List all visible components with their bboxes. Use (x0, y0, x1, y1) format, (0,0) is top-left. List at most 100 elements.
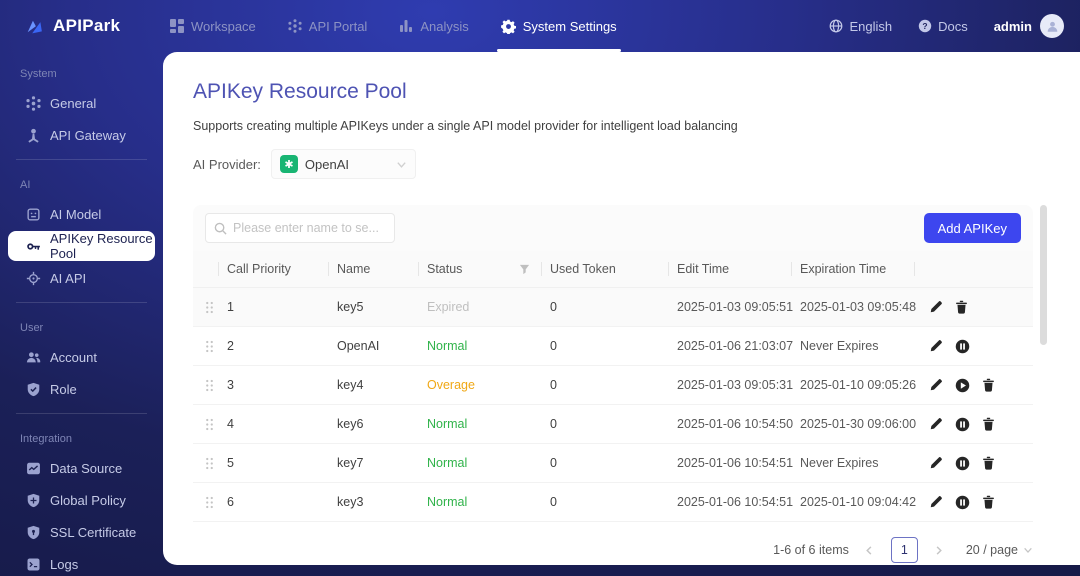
add-apikey-button[interactable]: Add APIKey (924, 213, 1021, 243)
header-call-priority: Call Priority (227, 262, 337, 276)
cell-call-priority: 1 (227, 300, 337, 314)
header-status: Status (427, 262, 550, 276)
edit-button[interactable] (929, 456, 943, 470)
sidebar-item-apikey-resource-pool[interactable]: APIKey Resource Pool (8, 231, 155, 261)
cell-expiration-time: 2025-01-30 09:06:00 (800, 417, 923, 431)
trash-icon (982, 417, 995, 431)
user-menu[interactable]: admin (994, 14, 1064, 38)
table-row: 2OpenAINormal02025-01-06 21:03:07Never E… (193, 327, 1033, 366)
sidebar-item-label: AI Model (50, 207, 101, 222)
edit-button[interactable] (929, 339, 943, 353)
apikey-table-card: Add APIKey Call Priority Name Status Use… (193, 205, 1033, 522)
nav-api-portal[interactable]: API Portal (288, 0, 368, 52)
pause-button[interactable] (955, 339, 970, 354)
drag-handle[interactable] (205, 496, 214, 509)
logs-icon (26, 557, 41, 572)
cell-expiration-time: 2025-01-10 09:04:42 (800, 495, 923, 509)
sidebar-item-ssl-certificate[interactable]: SSL Certificate (0, 517, 163, 547)
sidebar-item-label: APIKey Resource Pool (50, 231, 155, 261)
delete-button[interactable] (982, 378, 995, 392)
sidebar: System General API Gateway AI AI Model A… (0, 52, 163, 576)
drag-dots-icon (205, 457, 214, 470)
nav-analysis[interactable]: Analysis (399, 0, 468, 52)
prev-page-button[interactable] (859, 539, 881, 561)
trash-icon (982, 495, 995, 509)
pause-button[interactable] (955, 456, 970, 471)
ai-provider-select[interactable]: ✱ OpenAI (271, 149, 416, 179)
sidebar-group-system: System (0, 58, 163, 86)
drag-handle[interactable] (205, 340, 214, 353)
docs-link[interactable]: ? Docs (918, 19, 968, 34)
drag-handle[interactable] (205, 379, 214, 392)
drag-handle[interactable] (205, 457, 214, 470)
table-row: 1key5Expired02025-01-03 09:05:512025-01-… (193, 288, 1033, 327)
nav-system-settings[interactable]: System Settings (501, 0, 617, 52)
edit-button[interactable] (929, 378, 943, 392)
edit-button[interactable] (929, 300, 943, 314)
trash-icon (982, 378, 995, 392)
pause-icon (955, 495, 970, 510)
drag-handle[interactable] (205, 301, 214, 314)
table-row: 4key6Normal02025-01-06 10:54:502025-01-3… (193, 405, 1033, 444)
username: admin (994, 19, 1032, 34)
cell-expiration-time: 2025-01-03 09:05:48 (800, 300, 923, 314)
sidebar-item-ai-api[interactable]: AI API (0, 263, 163, 293)
cell-status: Overage (427, 378, 550, 392)
page-subtitle: Supports creating multiple APIKeys under… (193, 119, 1080, 133)
header-expiration-time: Expiration Time (800, 262, 923, 276)
data-source-icon (26, 461, 41, 476)
sidebar-item-api-gateway[interactable]: API Gateway (0, 120, 163, 150)
cell-call-priority: 3 (227, 378, 337, 392)
pause-icon (955, 339, 970, 354)
drag-handle[interactable] (205, 418, 214, 431)
cell-name: key6 (337, 417, 427, 431)
drag-dots-icon (205, 340, 214, 353)
sidebar-item-account[interactable]: Account (0, 342, 163, 372)
sidebar-item-global-policy[interactable]: Global Policy (0, 485, 163, 515)
search-input[interactable] (205, 213, 395, 243)
sidebar-item-general[interactable]: General (0, 88, 163, 118)
pause-button[interactable] (955, 495, 970, 510)
nav-label: Workspace (191, 19, 256, 34)
sidebar-item-data-source[interactable]: Data Source (0, 453, 163, 483)
next-page-button[interactable] (928, 539, 950, 561)
main-panel: APIKey Resource Pool Supports creating m… (163, 52, 1080, 565)
cell-actions (923, 417, 1033, 432)
filter-icon[interactable] (519, 264, 530, 275)
delete-button[interactable] (982, 456, 995, 470)
provider-label: AI Provider: (193, 157, 261, 172)
chevron-left-icon (864, 545, 875, 556)
api-gateway-icon (26, 128, 41, 143)
play-button[interactable] (955, 378, 970, 393)
page-size-select[interactable]: 20 / page (966, 543, 1033, 557)
drag-dots-icon (205, 379, 214, 392)
pencil-icon (929, 417, 943, 431)
edit-button[interactable] (929, 495, 943, 509)
cell-expiration-time: Never Expires (800, 456, 923, 470)
sidebar-item-label: AI API (50, 271, 86, 286)
delete-button[interactable] (955, 300, 968, 314)
sidebar-item-logs[interactable]: Logs (0, 549, 163, 576)
settings-icon (501, 19, 516, 34)
sidebar-item-label: SSL Certificate (50, 525, 136, 540)
cell-status: Normal (427, 417, 550, 431)
delete-button[interactable] (982, 417, 995, 431)
delete-button[interactable] (982, 495, 995, 509)
table-header: Call Priority Name Status Used Token Edi… (193, 251, 1033, 288)
table-row: 6key3Normal02025-01-06 10:54:512025-01-1… (193, 483, 1033, 522)
page-1-button[interactable]: 1 (891, 537, 918, 563)
brand-logo[interactable]: APIPark (24, 0, 120, 52)
sidebar-item-ai-model[interactable]: AI Model (0, 199, 163, 229)
edit-button[interactable] (929, 417, 943, 431)
cell-used-token: 0 (550, 417, 677, 431)
pause-button[interactable] (955, 417, 970, 432)
nav-label: API Portal (309, 19, 368, 34)
scrollbar-thumb[interactable] (1040, 205, 1047, 345)
language-selector[interactable]: English (829, 19, 892, 34)
cell-used-token: 0 (550, 495, 677, 509)
sidebar-group-ai: AI (0, 169, 163, 197)
nav-workspace[interactable]: Workspace (170, 0, 256, 52)
cell-used-token: 0 (550, 378, 677, 392)
sidebar-item-role[interactable]: Role (0, 374, 163, 404)
table-row: 5key7Normal02025-01-06 10:54:51Never Exp… (193, 444, 1033, 483)
